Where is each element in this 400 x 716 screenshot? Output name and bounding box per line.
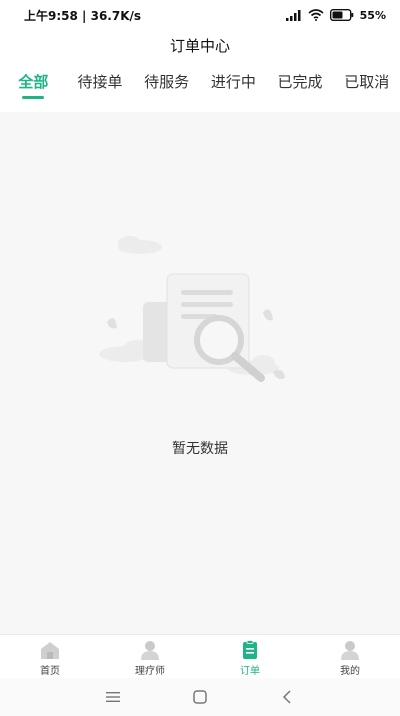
page-title: 订单中心 [169,36,230,55]
nav-label: 我的 [340,666,360,677]
tab-cancelled[interactable]: 已取消 [333,71,400,105]
empty-document-search-icon [95,232,295,392]
nav-orders[interactable]: 订单 [200,635,300,678]
therapist-icon [139,640,161,660]
order-list-area[interactable]: 暂无数据 [0,112,400,634]
status-time: 上午9:58 [24,8,78,23]
tab-label: 待服务 [144,73,190,91]
profile-icon [339,640,361,660]
bottom-tab-bar: 首页 理疗师 订单 我的 [0,634,400,678]
battery-percent: 55% [359,8,386,22]
home-icon [39,640,61,660]
battery-icon [329,9,354,21]
nav-profile[interactable]: 我的 [300,635,400,678]
nav-label: 理疗师 [135,666,165,677]
status-divider: | [82,8,91,23]
wifi-icon [308,9,324,21]
tab-label: 进行中 [210,73,256,91]
status-right: 55% [285,8,386,22]
tab-in-progress[interactable]: 进行中 [200,71,267,105]
nav-home[interactable]: 首页 [0,635,100,678]
back-icon[interactable] [267,682,307,712]
nav-label: 订单 [240,666,260,677]
order-icon [239,640,261,660]
tab-label: 已取消 [344,73,390,91]
home-square-icon[interactable] [180,682,220,712]
tab-completed[interactable]: 已完成 [267,71,334,105]
tab-active-indicator [22,96,45,99]
nav-therapist[interactable]: 理疗师 [100,635,200,678]
empty-state-text: 暂无数据 [172,441,228,457]
nav-label: 首页 [40,666,60,677]
order-status-tabs: 全部 待接单 待服务 进行中 已完成 已取消 [0,60,400,112]
tab-label: 全部 [18,73,49,91]
status-left: 上午9:58 | 36.7K/s [24,7,141,24]
tab-pending-accept[interactable]: 待接单 [67,71,134,105]
header: 订单中心 [0,30,400,60]
menu-icon[interactable] [93,682,133,712]
tab-label: 已完成 [277,73,323,91]
system-navigation-bar [0,678,400,716]
tab-all[interactable]: 全部 [0,71,67,105]
tab-label: 待接单 [77,73,123,91]
signal-icon [285,9,302,21]
tab-pending-service[interactable]: 待服务 [133,71,200,105]
status-network-speed: 36.7K/s [90,8,142,23]
status-bar: 上午9:58 | 36.7K/s 55% [0,0,400,30]
